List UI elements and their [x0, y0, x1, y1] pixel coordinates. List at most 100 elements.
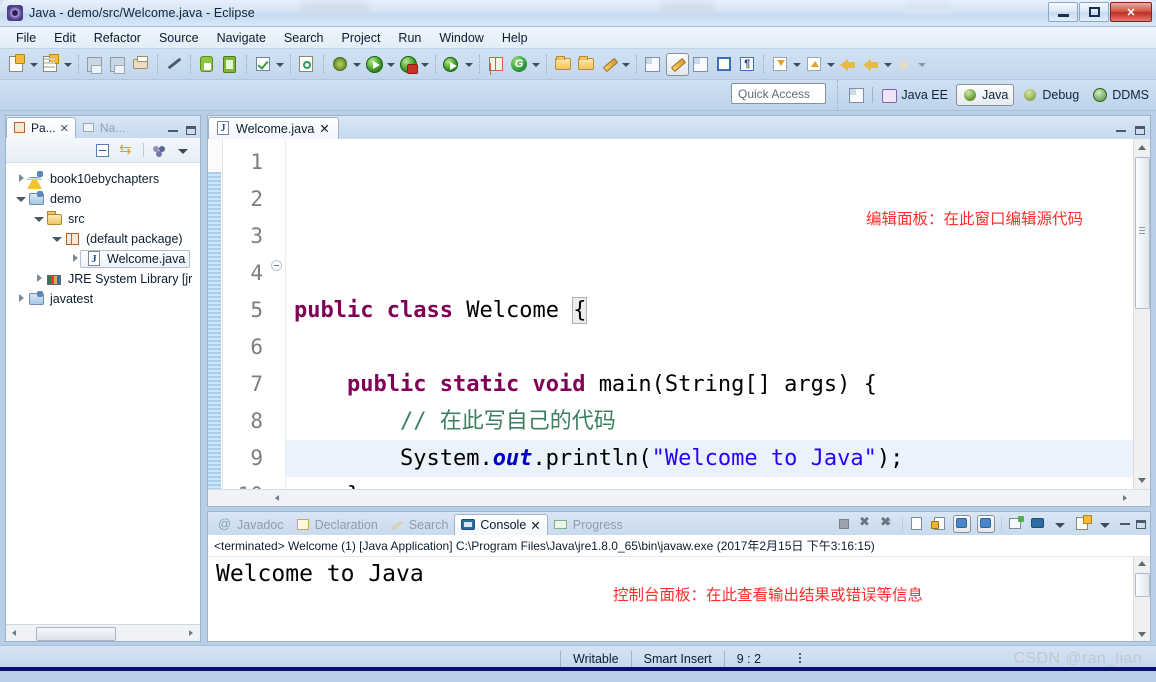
- view-menu-icon[interactable]: [151, 142, 168, 159]
- menu-refactor[interactable]: Refactor: [85, 29, 150, 47]
- scroll-up-icon[interactable]: [1134, 557, 1150, 571]
- scroll-down-icon[interactable]: [1134, 627, 1150, 641]
- tree-item-default-package[interactable]: (default package): [6, 229, 200, 249]
- minimize-console-icon[interactable]: [1120, 523, 1130, 525]
- new-java-class-icon[interactable]: [41, 53, 62, 75]
- run-last-tool-icon[interactable]: [442, 54, 463, 75]
- minimize-button[interactable]: [1048, 2, 1078, 22]
- annotate-icon[interactable]: [599, 54, 620, 75]
- previous-annotation-dropdown[interactable]: [826, 54, 835, 75]
- menu-navigate[interactable]: Navigate: [208, 29, 275, 47]
- debug-icon[interactable]: [330, 54, 351, 75]
- expander-closed-icon[interactable]: [32, 274, 46, 284]
- back-history-icon[interactable]: [838, 54, 859, 75]
- scroll-lock-icon[interactable]: [931, 516, 947, 532]
- next-annotation-icon[interactable]: [770, 54, 791, 75]
- show-whitespace-icon[interactable]: ¶: [737, 54, 758, 75]
- display-selected-console-icon[interactable]: [1030, 516, 1046, 532]
- scroll-left-icon[interactable]: [8, 627, 22, 639]
- tree-item-welcome-java[interactable]: Welcome.java: [6, 249, 200, 269]
- editor-annotation-ruler[interactable]: [208, 139, 223, 489]
- pin-console-icon[interactable]: [1008, 516, 1024, 532]
- menu-search[interactable]: Search: [275, 29, 333, 47]
- scroll-thumb[interactable]: [36, 627, 116, 641]
- debug-dropdown[interactable]: [352, 54, 361, 75]
- tab-javadoc[interactable]: Javadoc: [212, 514, 290, 535]
- tab-package-explorer[interactable]: Pa... ✕: [6, 117, 76, 138]
- expander-open-icon[interactable]: [32, 214, 46, 224]
- maximize-console-icon[interactable]: [1136, 519, 1146, 529]
- perspective-ddms[interactable]: DDMS: [1087, 85, 1154, 105]
- tab-welcome-java-close[interactable]: ✕: [319, 121, 329, 136]
- tree-item-demo[interactable]: demo: [6, 189, 200, 209]
- chevron-down-icon[interactable]: [1052, 516, 1069, 533]
- tab-declaration[interactable]: Declaration: [290, 514, 384, 535]
- toggle-markup-icon[interactable]: [666, 52, 689, 76]
- menu-run[interactable]: Run: [389, 29, 430, 47]
- expander-open-icon[interactable]: [14, 194, 28, 204]
- android-avd-manager-icon[interactable]: [220, 54, 241, 75]
- new-android-project-icon[interactable]: [297, 54, 318, 75]
- forward-icon[interactable]: [895, 54, 916, 75]
- scroll-thumb[interactable]: [1135, 157, 1150, 309]
- tree-item-src[interactable]: src: [6, 209, 200, 229]
- open-resource-icon[interactable]: [576, 54, 597, 75]
- run-tool-dropdown[interactable]: [464, 54, 473, 75]
- tree-item-javatest[interactable]: javatest: [6, 289, 200, 309]
- quick-access-input[interactable]: Quick Access: [731, 83, 826, 104]
- tree-item-book10ebychapters[interactable]: book10ebychapters: [6, 169, 200, 189]
- profile-icon[interactable]: [691, 54, 712, 75]
- tab-navigator[interactable]: Na...: [76, 117, 131, 138]
- perspective-java[interactable]: Java: [955, 84, 1015, 106]
- new-generic-icon[interactable]: G: [509, 54, 530, 75]
- collapse-all-icon[interactable]: [95, 142, 112, 159]
- scroll-right-icon[interactable]: [1118, 492, 1132, 504]
- editor-hscrollbar[interactable]: [208, 489, 1150, 506]
- menu-project[interactable]: Project: [333, 29, 390, 47]
- perspective-java-ee[interactable]: Java EE: [876, 85, 953, 105]
- perspective-debug[interactable]: Debug: [1017, 85, 1084, 105]
- editor-code[interactable]: public class Welcome { public static voi…: [286, 139, 1133, 489]
- maximize-view-icon[interactable]: [186, 126, 196, 135]
- save-icon[interactable]: [85, 54, 106, 75]
- close-button[interactable]: ✕: [1110, 2, 1152, 22]
- menu-help[interactable]: Help: [493, 29, 537, 47]
- link-with-editor-icon[interactable]: [643, 54, 664, 75]
- run-dropdown[interactable]: [386, 54, 395, 75]
- menu-edit[interactable]: Edit: [45, 29, 85, 47]
- save-all-icon[interactable]: [108, 54, 129, 75]
- scroll-right-icon[interactable]: [184, 627, 198, 639]
- minimize-view-icon[interactable]: [168, 129, 178, 132]
- link-with-editor-icon[interactable]: [119, 140, 136, 159]
- open-console-icon[interactable]: [1075, 515, 1092, 532]
- editor-vscrollbar[interactable]: [1133, 139, 1150, 489]
- scroll-thumb[interactable]: [1135, 573, 1150, 597]
- run-external-icon[interactable]: [398, 54, 419, 75]
- new-generic-dropdown[interactable]: [531, 54, 540, 75]
- tab-package-explorer-close[interactable]: ✕: [60, 122, 69, 135]
- tab-console[interactable]: Console ✕: [454, 514, 548, 535]
- clear-console-icon[interactable]: [909, 516, 925, 532]
- expander-open-icon[interactable]: [50, 234, 64, 244]
- back-dropdown[interactable]: [883, 54, 892, 75]
- new-wizard-dropdown[interactable]: [29, 54, 38, 75]
- show-console-when-output-icon[interactable]: [953, 515, 971, 533]
- console-vscrollbar[interactable]: [1133, 557, 1150, 641]
- tab-welcome-java[interactable]: Welcome.java ✕: [208, 117, 339, 139]
- expander-closed-icon[interactable]: [14, 294, 28, 304]
- forward-dropdown[interactable]: [917, 54, 926, 75]
- tab-search[interactable]: Search: [384, 514, 455, 535]
- next-annotation-dropdown[interactable]: [792, 54, 801, 75]
- chevron-down-icon-2[interactable]: [1097, 516, 1114, 533]
- expander-closed-icon[interactable]: [14, 174, 28, 184]
- android-sdk-manager-icon[interactable]: [197, 54, 218, 75]
- scroll-down-icon[interactable]: [1136, 475, 1148, 487]
- tree-item-jre-system-library[interactable]: JRE System Library [jr: [6, 269, 200, 289]
- maximize-editor-icon[interactable]: [1135, 126, 1145, 135]
- tab-console-close[interactable]: ✕: [530, 518, 540, 533]
- menu-source[interactable]: Source: [150, 29, 208, 47]
- new-package-icon[interactable]: [486, 54, 507, 75]
- remove-all-launches-icon[interactable]: [880, 514, 896, 532]
- show-console-when-stderr-icon[interactable]: [977, 515, 995, 533]
- tab-progress[interactable]: Progress: [548, 514, 629, 535]
